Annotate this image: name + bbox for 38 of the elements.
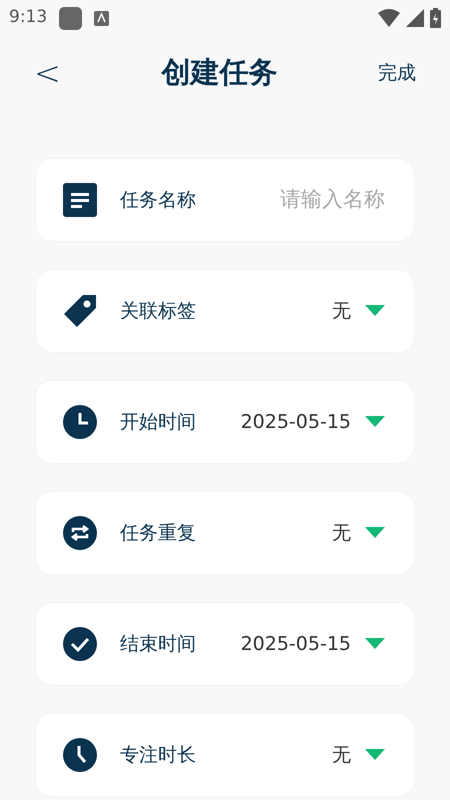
selected-value[interactable]: 2025-05-15 <box>240 630 351 658</box>
keyboard-notification-icon <box>94 10 110 26</box>
dropdown-icon[interactable] <box>365 638 385 650</box>
status-time: 9:13 <box>9 6 48 30</box>
back-button[interactable]: < <box>34 57 61 89</box>
tag-icon <box>63 294 97 328</box>
row-label: 任务重复 <box>120 520 196 546</box>
dropdown-icon[interactable] <box>365 416 385 428</box>
row-label: 结束时间 <box>120 632 196 657</box>
signal-icon <box>406 9 424 27</box>
selected-value[interactable]: 无 <box>332 740 351 770</box>
document-icon <box>63 183 97 217</box>
clock-icon <box>63 405 97 439</box>
repeat-icon <box>63 516 97 550</box>
dropdown-icon[interactable] <box>365 527 385 539</box>
check-icon <box>63 627 97 661</box>
wifi-icon <box>378 9 400 27</box>
dropdown-icon[interactable] <box>365 749 385 761</box>
selected-value[interactable]: 无 <box>332 518 351 548</box>
row-label: 关联标签 <box>120 298 196 324</box>
dropdown-icon[interactable] <box>365 305 385 317</box>
page-title: 创建任务 <box>161 54 278 92</box>
selected-value[interactable]: 2025-05-15 <box>240 408 351 436</box>
app-notification-icon <box>59 6 82 30</box>
form-row-card[interactable]: 任务重复 无 <box>36 492 414 574</box>
row-label: 任务名称 <box>120 188 196 213</box>
form-row-card[interactable]: 结束时间 2025-05-15 <box>36 603 414 685</box>
done-button[interactable]: 完成 <box>378 58 416 88</box>
form-row-card[interactable]: 专注时长 无 <box>36 714 414 796</box>
form-row-card[interactable]: 开始时间 2025-05-15 <box>36 381 414 463</box>
clock-icon <box>63 738 97 772</box>
row-label: 专注时长 <box>120 742 196 768</box>
form-row-card[interactable]: 任务名称 请输入名称 <box>36 159 414 241</box>
selected-value[interactable]: 无 <box>332 296 351 326</box>
form-row-card[interactable]: 关联标签 无 <box>36 270 414 352</box>
name-field[interactable]: 请输入名称 <box>255 184 385 216</box>
battery-icon <box>430 8 441 28</box>
row-label: 开始时间 <box>120 410 196 435</box>
